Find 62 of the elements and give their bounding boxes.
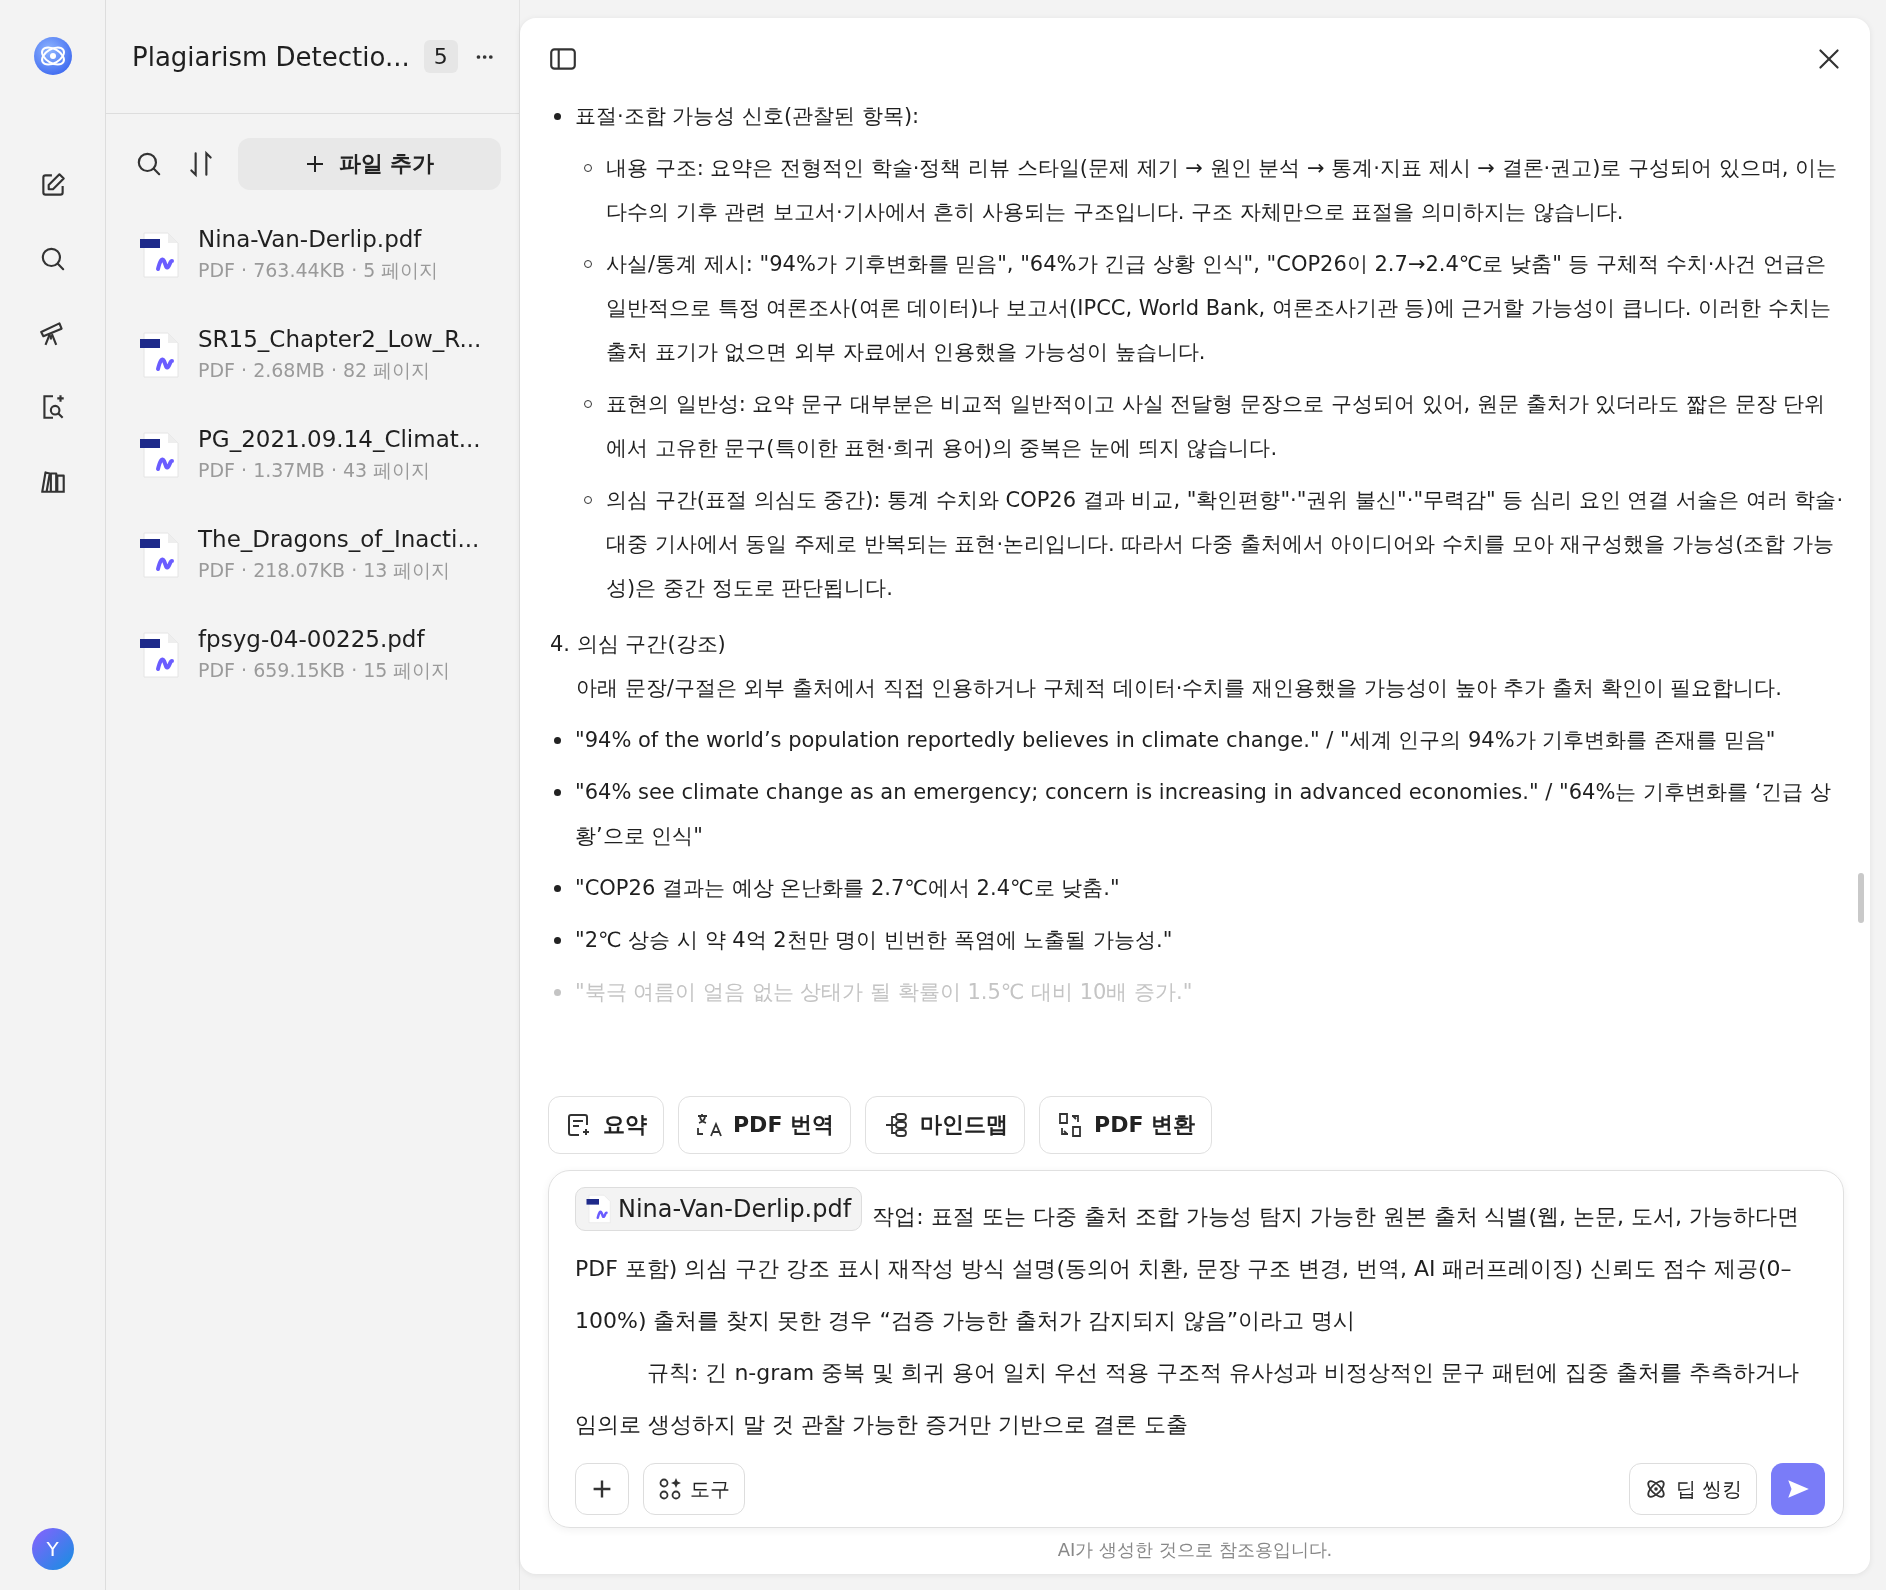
more-icon[interactable] — [475, 52, 493, 61]
tools-button[interactable]: 도구 — [643, 1463, 745, 1515]
project-title: Plagiarism Detectio... — [132, 41, 410, 72]
list-item-text: 의심 구간(표절 의심도 중간): 통계 수치와 COP26 결과 비교, "확인편향"·"권위 불신"·"무력감" 등 심리 요인 연결 서술은 여러 학술·대중 기사에서 동일 주제로 반복되는 표현·논리입니다. 따라서 다중 출처에서 아이디어와 수치를 모아 재구성했을 가능성(조합 가능성)은 중간 정도로 판단됩니다. — [606, 487, 1845, 602]
file-item[interactable]: fpsyg-04-00225.pdf PDF · 659.15KB · 15 페이지 — [106, 606, 519, 706]
file-meta: PDF · 2.68MB · 82 페이지 — [198, 358, 432, 383]
tools-icon — [658, 1477, 682, 1501]
pdf-file-icon — [140, 431, 180, 479]
file-meta: PDF · 763.44KB · 5 페이지 — [198, 258, 439, 283]
deep-thinking-button[interactable]: 딥 씽킹 — [1628, 1463, 1757, 1515]
quote-text: "2℃ 상승 시 약 4억 2천만 명이 빈번한 폭염에 노출될 가능성." — [575, 927, 1174, 954]
quote-text: "COP26 결과는 예상 온난화를 2.7℃에서 2.4℃로 낮춤." — [575, 875, 1121, 902]
file-item[interactable]: SR15_Chapter2_Low_R... PDF · 2.68MB · 82 페이지 — [106, 306, 519, 406]
pdf-file-icon — [140, 231, 180, 279]
add-file-button[interactable]: 파일 추가 — [238, 138, 501, 190]
section-intro: 아래 문장/구절은 외부 출처에서 직접 인용하거나 구체적 데이터·수치를 재인용했을 가능성이 높아 추가 출처 확인이 필요합니다. — [575, 675, 1783, 702]
action-button[interactable]: 요약 — [548, 1096, 664, 1154]
bullet-icon — [554, 113, 561, 120]
pdf-file-icon — [586, 1194, 612, 1224]
file-item[interactable]: Nina-Van-Derlip.pdf PDF · 763.44KB · 5 페이지 — [106, 206, 519, 306]
file-meta: PDF · 659.15KB · 15 페이지 — [198, 658, 451, 683]
action-button[interactable]: 마인드맵 — [865, 1096, 1026, 1154]
file-meta: PDF · 218.07KB · 13 페이지 — [198, 558, 452, 583]
translate-icon — [695, 1111, 723, 1139]
list-item-text: 표절·조합 가능성 신호(관찰된 항목): — [575, 103, 921, 130]
action-button[interactable]: PDF 번역 — [678, 1096, 852, 1154]
file-name: SR15_Chapter2_Low_R... — [198, 326, 482, 352]
bullet-icon — [554, 885, 561, 892]
list-item-text: 사실/통계 제시: "94%가 기후변화를 믿음", "64%가 긴급 상황 인식", "COP26이 2.7→2.4℃로 낮춤" 등 구체적 수치·사건 언급은 일반적으로 특정 여론조사(여론 데이터)나 보고서(IPCC, World Bank, 여론조사기관 등)에 근거할 가능성이 큽니다. 이러한 수치는 출처 표기가 없으면 외부 자료에서 인용했을 가능성이 높습니다. — [606, 251, 1832, 366]
file-name: fpsyg-04-00225.pdf — [198, 626, 426, 652]
bullet-icon — [554, 989, 561, 996]
pdf-file-icon — [140, 331, 180, 379]
scrollbar[interactable] — [1858, 873, 1864, 923]
app-logo-icon[interactable] — [32, 36, 73, 76]
section-heading: 4. 의심 구간(강조) — [550, 631, 727, 658]
list-item-text: 표현의 일반성: 요약 문구 대부분은 비교적 일반적이고 사실 전달형 문장으로 구성되어 있어, 원문 출처가 있더라도 짧은 문장 단위에서 고유한 문구(특이한 표현·희귀 용어)의 중복은 눈에 띄지 않습니다. — [606, 391, 1827, 462]
quote-text: "64% see climate change as an emergency; concern is increasing in advanced economies." / "64%는 기후변화를 ‘긴급 상황’으로 인식" — [575, 779, 1833, 850]
action-button[interactable]: PDF 변환 — [1039, 1096, 1213, 1154]
bullet-icon — [554, 789, 561, 796]
plus-icon — [304, 154, 325, 174]
prompt-text: 규칙: 긴 n-gram 중복 및 희귀 용어 일치 우선 적용 구조적 유사성과 비정상적인 문구 패턴에 집중 출처를 추측하거나 임의로 생성하지 말 것 관찰 가능한 증거만 기반으로 결론 도출 — [575, 1359, 1801, 1439]
pdf-file-icon — [140, 631, 180, 679]
prompt-input[interactable] — [548, 1170, 1844, 1528]
user-avatar[interactable]: Y — [31, 1528, 74, 1570]
disclaimer-text: AI가 생성한 것으로 참조용입니다. — [1056, 1538, 1334, 1562]
file-name: Nina-Van-Derlip.pdf — [198, 226, 423, 252]
pdf-file-icon — [140, 531, 180, 579]
attachment-chip[interactable]: Nina-Van-Derlip.pdf — [575, 1187, 863, 1231]
file-count-badge: 5 — [423, 40, 458, 73]
file-item[interactable]: The_Dragons_of_Inacti... PDF · 218.07KB · 13 페이지 — [106, 506, 519, 606]
send-button[interactable] — [1771, 1463, 1825, 1515]
file-name: The_Dragons_of_Inacti... — [198, 526, 480, 552]
file-item[interactable]: PG_2021.09.14_Climat... PDF · 1.37MB · 43 페이지 — [106, 406, 519, 506]
file-meta: PDF · 1.37MB · 43 페이지 — [198, 458, 432, 483]
bullet-icon — [554, 737, 561, 744]
file-name: PG_2021.09.14_Climat... — [198, 426, 481, 452]
quote-text: "94% of the world’s population reportedly believes in climate change." / "세계 인구의 94%가 기후변화를 존재를 믿음" — [575, 727, 1777, 754]
quote-text: "북극 여름이 얼음 없는 상태가 될 확률이 1.5℃ 대비 10배 증가." — [575, 979, 1194, 1006]
add-button[interactable] — [575, 1463, 629, 1515]
bullet-icon — [554, 937, 561, 944]
list-item-text: 내용 구조: 요약은 전형적인 학술·정책 리뷰 스타일(문제 제기 → 원인 분석 → 통계·지표 제시 → 결론·권고)로 구성되어 있으며, 이는 다수의 기후 관련 보고서·기사에서 흔히 사용되는 구조입니다. 구조 자체만으로 표절을 의미하지는 않습니다. — [606, 155, 1839, 226]
prompt-text: Nina-Van-Derlip.pdf 작업: 표절 또는 다중 출처 조합 가능성 탐지 가능한 원본 출처 식별(웹, 논문, 도서, 가능하다면 PDF 포함) 의심 구간 강조 표시 재작성 방식 설명(동의어 치환, 문장 구조 변경, 번역, AI 패러프레이징) 신뢰도 점수 제공(0–100%) 출처를 찾지 못한 경우 “검증 가능한 출처가 감지되지 않음”이라고 명시 — [575, 1187, 1825, 1347]
